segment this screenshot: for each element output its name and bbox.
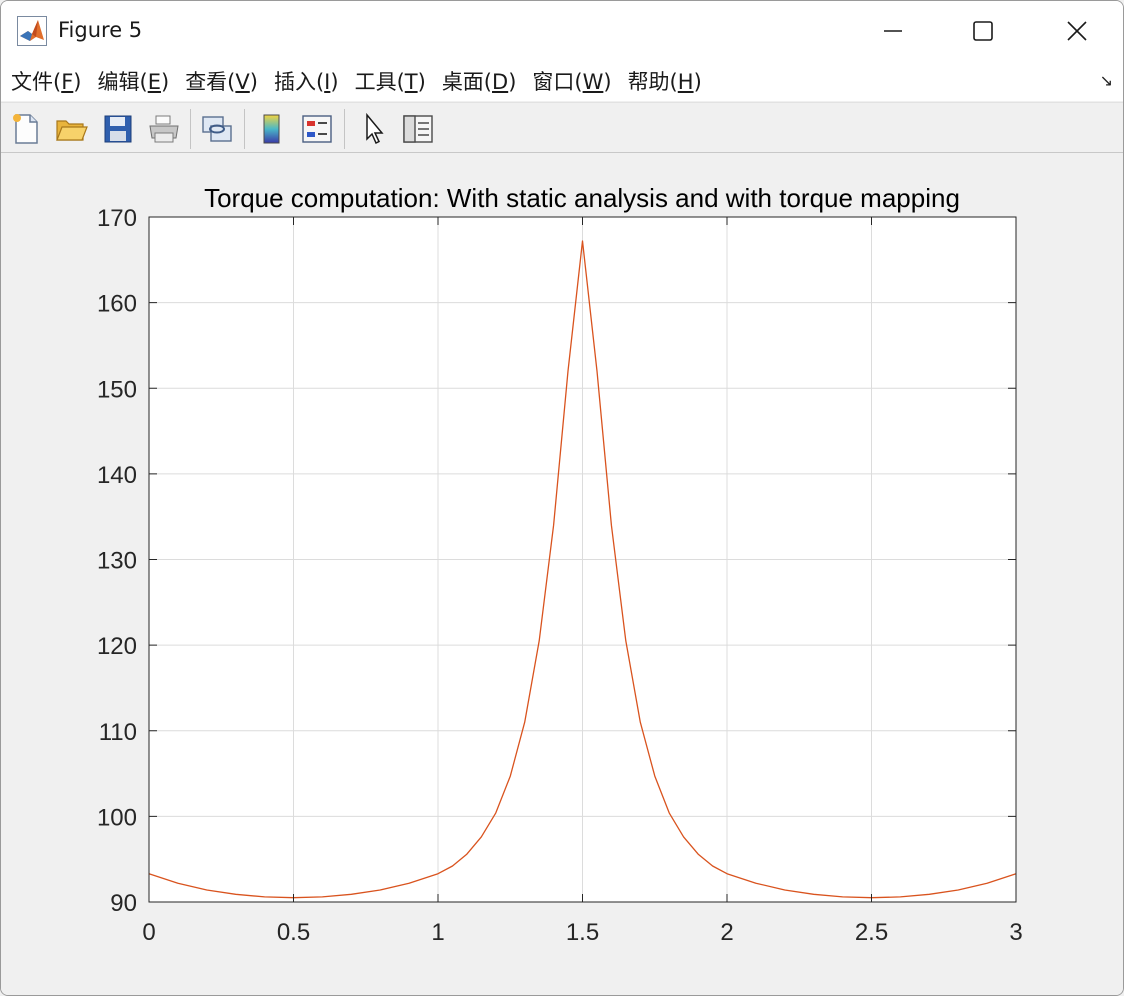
- toolbar-separator: [244, 109, 245, 149]
- figure-canvas[interactable]: 0 0.5 1 1.5 2 2.5 3 90 100 110 120 130 140 150 160 170 T…: [1, 154, 1124, 996]
- close-icon: [1067, 21, 1087, 41]
- chart-title: Torque computation: With static analysis…: [204, 183, 960, 213]
- figure-window: Figure 5 文件(F) 编辑(E) 查看(V) 插入(I) 工具(T) 桌…: [0, 0, 1124, 996]
- save-icon[interactable]: [101, 112, 135, 146]
- menu-file[interactable]: 文件(F): [11, 66, 82, 96]
- title-bar[interactable]: Figure 5: [1, 1, 1123, 61]
- menu-window[interactable]: 窗口(W): [532, 66, 611, 96]
- y-tick-label: 160: [97, 291, 137, 318]
- new-figure-icon[interactable]: [9, 112, 43, 146]
- menu-desktop[interactable]: 桌面(D): [442, 66, 517, 96]
- y-tick-label: 90: [110, 890, 137, 917]
- menu-view[interactable]: 查看(V): [185, 66, 258, 96]
- open-file-icon[interactable]: [54, 112, 88, 146]
- link-plot-icon[interactable]: [200, 112, 234, 146]
- x-tick-label: 0: [142, 919, 155, 946]
- y-tick-label: 120: [97, 633, 137, 660]
- matlab-logo-icon: [17, 16, 47, 46]
- legend-icon[interactable]: [300, 112, 334, 146]
- window-title: Figure 5: [58, 18, 143, 42]
- plot-axes[interactable]: 0 0.5 1 1.5 2 2.5 3 90 100 110 120 130 140 150 160 170 T…: [1, 154, 1124, 996]
- menu-tools[interactable]: 工具(T): [355, 66, 426, 96]
- minimize-icon: [884, 30, 902, 32]
- property-inspector-icon[interactable]: [401, 112, 435, 146]
- y-tick-label: 130: [97, 548, 137, 575]
- menu-insert[interactable]: 插入(I): [274, 66, 339, 96]
- menu-help[interactable]: 帮助(H): [628, 66, 702, 96]
- maximize-button[interactable]: [947, 9, 1019, 53]
- y-tick-label: 110: [99, 719, 137, 746]
- maximize-icon: [973, 21, 993, 41]
- menu-overflow-arrow-icon[interactable]: ↘: [1100, 71, 1113, 90]
- menu-edit[interactable]: 编辑(E): [98, 66, 170, 96]
- close-button[interactable]: [1041, 9, 1113, 53]
- x-tick-label: 0.5: [277, 919, 310, 946]
- print-icon[interactable]: [147, 112, 181, 146]
- y-tick-label: 150: [97, 376, 137, 403]
- x-tick-label: 1.5: [566, 919, 599, 946]
- x-tick-label: 1: [431, 919, 444, 946]
- x-tick-label: 3: [1009, 919, 1022, 946]
- y-tick-label: 140: [97, 462, 137, 489]
- menu-bar: 文件(F) 编辑(E) 查看(V) 插入(I) 工具(T) 桌面(D) 窗口(W…: [1, 61, 1123, 101]
- x-tick-label: 2: [720, 919, 733, 946]
- figure-toolbar: [1, 102, 1123, 153]
- toolbar-separator: [190, 109, 191, 149]
- pointer-icon[interactable]: [357, 112, 391, 146]
- x-tick-label: 2.5: [855, 919, 888, 946]
- minimize-button[interactable]: [857, 9, 929, 53]
- y-tick-label: 100: [97, 804, 137, 831]
- colorbar-icon[interactable]: [255, 112, 289, 146]
- toolbar-separator: [344, 109, 345, 149]
- y-tick-label: 170: [97, 205, 137, 232]
